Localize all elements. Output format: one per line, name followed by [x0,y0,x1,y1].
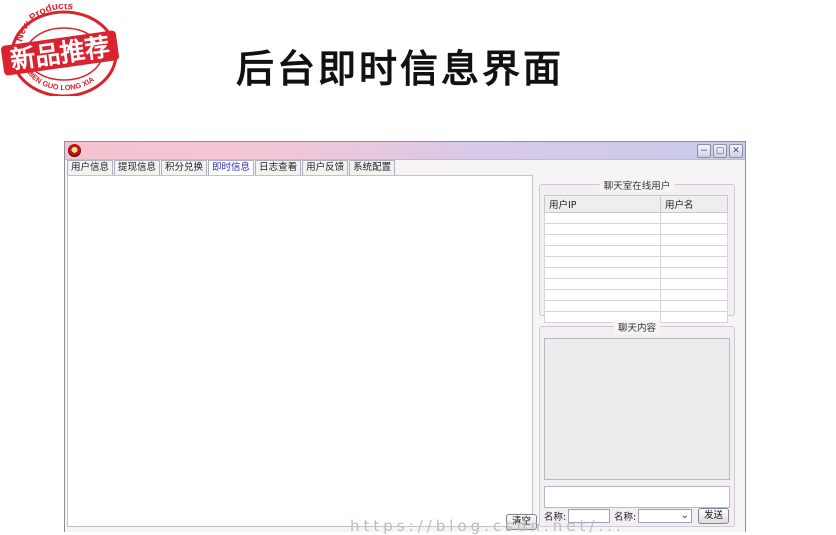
recipient-select[interactable]: ⌄ [638,509,692,523]
table-row[interactable] [544,278,728,290]
minimize-button[interactable]: − [697,144,711,158]
chat-content-group: 聊天内容 名称: 名称: ⌄ 发送 [539,320,735,527]
send-button[interactable]: 发送 [698,508,730,524]
column-header-ip[interactable]: 用户IP [544,195,661,213]
tab-user-feedback[interactable]: 用户反馈 [302,160,349,175]
app-window: − ▢ ✕ 用户信息 提现信息 积分兑换 即时信息 日志查看 用户反馈 系统配置… [64,141,746,532]
column-header-username[interactable]: 用户名 [660,195,728,213]
table-row[interactable] [544,234,728,246]
table-row[interactable] [544,245,728,257]
online-users-group: 聊天室在线用户 用户IP 用户名 [539,178,735,323]
message-log-area[interactable] [67,175,533,527]
table-row[interactable] [544,300,728,312]
table-row[interactable] [544,267,728,279]
tab-instant-message[interactable]: 即时信息 [208,160,255,176]
page-title: 后台即时信息界面 [236,46,565,91]
table-row[interactable] [544,223,728,235]
watermark: https://blog.csdn.net/... [350,517,625,535]
chat-display[interactable] [544,338,730,480]
tab-system-config[interactable]: 系统配置 [349,160,396,175]
window-titlebar[interactable]: − ▢ ✕ [65,142,745,160]
close-button[interactable]: ✕ [729,144,743,158]
new-products-stamp: New Products MIEN GUO LONG XIA 新品推荐 [0,1,124,98]
chevron-down-icon: ⌄ [680,510,689,521]
table-row[interactable] [544,212,728,224]
chat-input[interactable] [544,486,730,508]
tab-points-exchange[interactable]: 积分兑换 [161,160,208,175]
table-row[interactable] [544,256,728,268]
online-users-table[interactable]: 用户IP 用户名 [544,195,728,323]
tab-withdraw-info[interactable]: 提现信息 [114,160,161,175]
tab-user-info[interactable]: 用户信息 [67,160,114,175]
app-icon [68,144,81,157]
tab-log-view[interactable]: 日志查看 [255,160,302,175]
tab-bar: 用户信息 提现信息 积分兑换 即时信息 日志查看 用户反馈 系统配置 [67,160,396,176]
restore-button[interactable]: ▢ [713,144,727,158]
table-row[interactable] [544,289,728,301]
chat-content-legend: 聊天内容 [613,320,661,334]
online-users-legend: 聊天室在线用户 [599,178,675,192]
